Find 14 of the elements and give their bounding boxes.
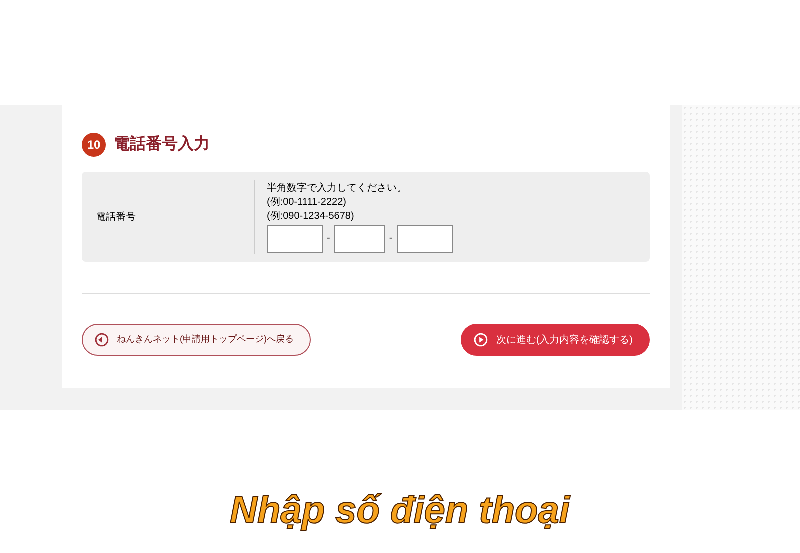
phone-input-field[interactable]: [334, 224, 386, 252]
section-title: 電話番号入力: [114, 134, 210, 155]
phone-input-field[interactable]: [396, 224, 453, 252]
back-button[interactable]: ねんきんネット(申請用トップページ)へ戻る: [82, 324, 311, 356]
field-label: 電話番号: [96, 210, 136, 224]
example-text: (例:00-1111-2222): [267, 196, 348, 210]
separator-text: -: [327, 232, 330, 246]
caption-text: Nhập số điện thoại: [230, 489, 570, 534]
instruction-text: 半角数字で入力してください。: [267, 182, 408, 196]
phone-input-field[interactable]: [267, 224, 323, 252]
example-text: (例:090-1234-5678): [267, 210, 356, 224]
separator-text: -: [389, 232, 393, 246]
next-button[interactable]: 次に進む(入力内容を確認する): [461, 324, 650, 356]
step-number-badge: 10: [82, 133, 106, 157]
